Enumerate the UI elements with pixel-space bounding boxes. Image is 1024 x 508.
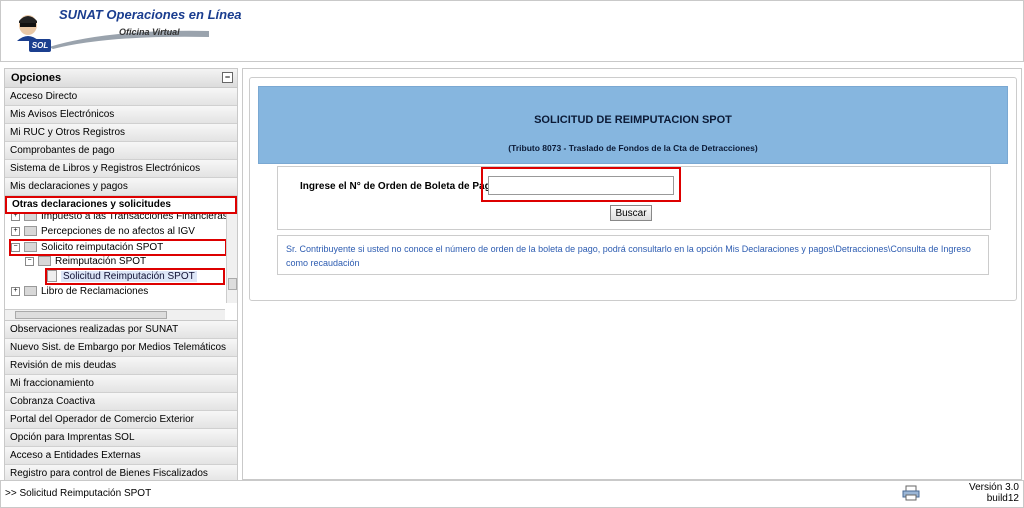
scroll-thumb[interactable] — [15, 311, 167, 319]
form-panel: SOLICITUD DE REIMPUTACION SPOT (Tributo … — [249, 77, 1017, 301]
sidebar-item-declaraciones[interactable]: Mis declaraciones y pagos — [5, 178, 237, 196]
version-label: Versión 3.0 — [968, 482, 1019, 493]
folder-open-icon — [38, 256, 51, 267]
sidebar-item-deudas[interactable]: Revisión de mis deudas — [5, 357, 237, 375]
app-title: SUNAT Operaciones en Línea — [59, 7, 242, 22]
page-title: SOLICITUD DE REIMPUTACION SPOT — [534, 114, 732, 126]
main-content: SOLICITUD DE REIMPUTACION SPOT (Tributo … — [242, 68, 1022, 480]
folder-open-icon — [24, 242, 37, 253]
scroll-thumb[interactable] — [228, 278, 237, 290]
sidebar-item-imprentas[interactable]: Opción para Imprentas SOL — [5, 429, 237, 447]
sidebar-item-embargo[interactable]: Nuevo Sist. de Embargo por Medios Telemá… — [5, 339, 237, 357]
expand-icon[interactable]: + — [11, 286, 20, 296]
app-subtitle: Oficina Virtual — [119, 27, 180, 37]
printer-icon[interactable] — [902, 485, 920, 501]
sidebar-item-entidades[interactable]: Acceso a Entidades Externas — [5, 447, 237, 465]
tree-vertical-scrollbar[interactable] — [226, 214, 237, 303]
buscar-button[interactable]: Buscar — [610, 205, 652, 221]
info-message: Sr. Contribuyente si usted no conoce el … — [277, 235, 989, 275]
breadcrumb: >> Solicitud Reimputación SPOT — [5, 488, 152, 499]
sidebar-item-avisos[interactable]: Mis Avisos Electrónicos — [5, 106, 237, 124]
tree-item-label: Impuesto a las Transacciones Financieras… — [41, 214, 237, 222]
tree-item-percepciones[interactable]: + Percepciones de no afectos al IGV — [11, 224, 195, 239]
sidebar-item-comprobantes[interactable]: Comprobantes de pago — [5, 142, 237, 160]
search-form: Ingrese el N° de Orden de Boleta de Pago… — [277, 166, 991, 230]
collapse-node-icon[interactable]: − — [11, 242, 20, 252]
tree-item-label: Solicito reimputación SPOT — [41, 242, 164, 253]
document-icon — [47, 270, 57, 283]
tree-item-label: Libro de Reclamaciones — [41, 286, 149, 297]
options-sidebar: Opciones − Acceso Directo Mis Avisos Ele… — [4, 68, 238, 483]
boleta-number-input[interactable] — [488, 176, 674, 195]
sidebar-item-acceso-directo[interactable]: Acceso Directo — [5, 88, 237, 106]
tree-horizontal-scrollbar[interactable] — [5, 309, 225, 320]
expand-icon[interactable]: + — [11, 214, 20, 221]
boleta-label: Ingrese el N° de Orden de Boleta de Pago… — [300, 181, 501, 192]
collapse-node-icon[interactable]: − — [25, 256, 34, 266]
sidebar-item-comercio-exterior[interactable]: Portal del Operador de Comercio Exterior — [5, 411, 237, 429]
expand-icon[interactable]: + — [11, 226, 20, 236]
sidebar-title: Opciones — [11, 72, 62, 84]
tree-item-label: Percepciones de no afectos al IGV — [41, 226, 195, 237]
app-header: SUNAT Operaciones en Línea Oficina Virtu… — [0, 0, 1024, 62]
sunat-logo: SUNAT Operaciones en Línea Oficina Virtu… — [9, 5, 242, 57]
status-bar: >> Solicitud Reimputación SPOT Versión 3… — [0, 480, 1024, 508]
version-info: Versión 3.0 build12 — [969, 482, 1019, 504]
sidebar-item-cobranza[interactable]: Cobranza Coactiva — [5, 393, 237, 411]
folder-icon — [24, 286, 37, 297]
sidebar-item-libros[interactable]: Sistema de Libros y Registros Electrónic… — [5, 160, 237, 178]
page-subtitle: (Tributo 8073 - Traslado de Fondos de la… — [508, 143, 758, 153]
sidebar-tree: + Impuesto a las Transacciones Financiera… — [5, 214, 237, 321]
folder-icon — [24, 226, 37, 237]
form-banner: SOLICITUD DE REIMPUTACION SPOT (Tributo … — [258, 86, 1008, 164]
tree-item-label: Solicitud Reimputación SPOT — [61, 271, 197, 282]
collapse-icon[interactable]: − — [222, 72, 233, 83]
agent-head-icon — [17, 15, 39, 41]
input-highlight — [481, 167, 681, 202]
sidebar-item-fraccionamiento[interactable]: Mi fraccionamiento — [5, 375, 237, 393]
sidebar-item-observaciones[interactable]: Observaciones realizadas por SUNAT — [5, 321, 237, 339]
sol-badge: SOL — [29, 39, 51, 52]
tree-item-reimputacion[interactable]: − Reimputación SPOT — [25, 254, 146, 269]
tree-item-itf[interactable]: + Impuesto a las Transacciones Financiera… — [11, 214, 237, 224]
tree-item-reclamaciones[interactable]: + Libro de Reclamaciones — [11, 284, 148, 299]
build-label: build12 — [986, 493, 1019, 504]
sidebar-item-otras-declaraciones[interactable]: Otras declaraciones y solicitudes — [5, 196, 237, 214]
tree-item-solicitud-reimputacion[interactable]: Solicitud Reimputación SPOT — [45, 268, 225, 285]
tree-item-label: Reimputación SPOT — [55, 256, 147, 267]
sidebar-item-ruc[interactable]: Mi RUC y Otros Registros — [5, 124, 237, 142]
folder-icon — [24, 214, 37, 222]
sidebar-header: Opciones − — [5, 69, 237, 88]
